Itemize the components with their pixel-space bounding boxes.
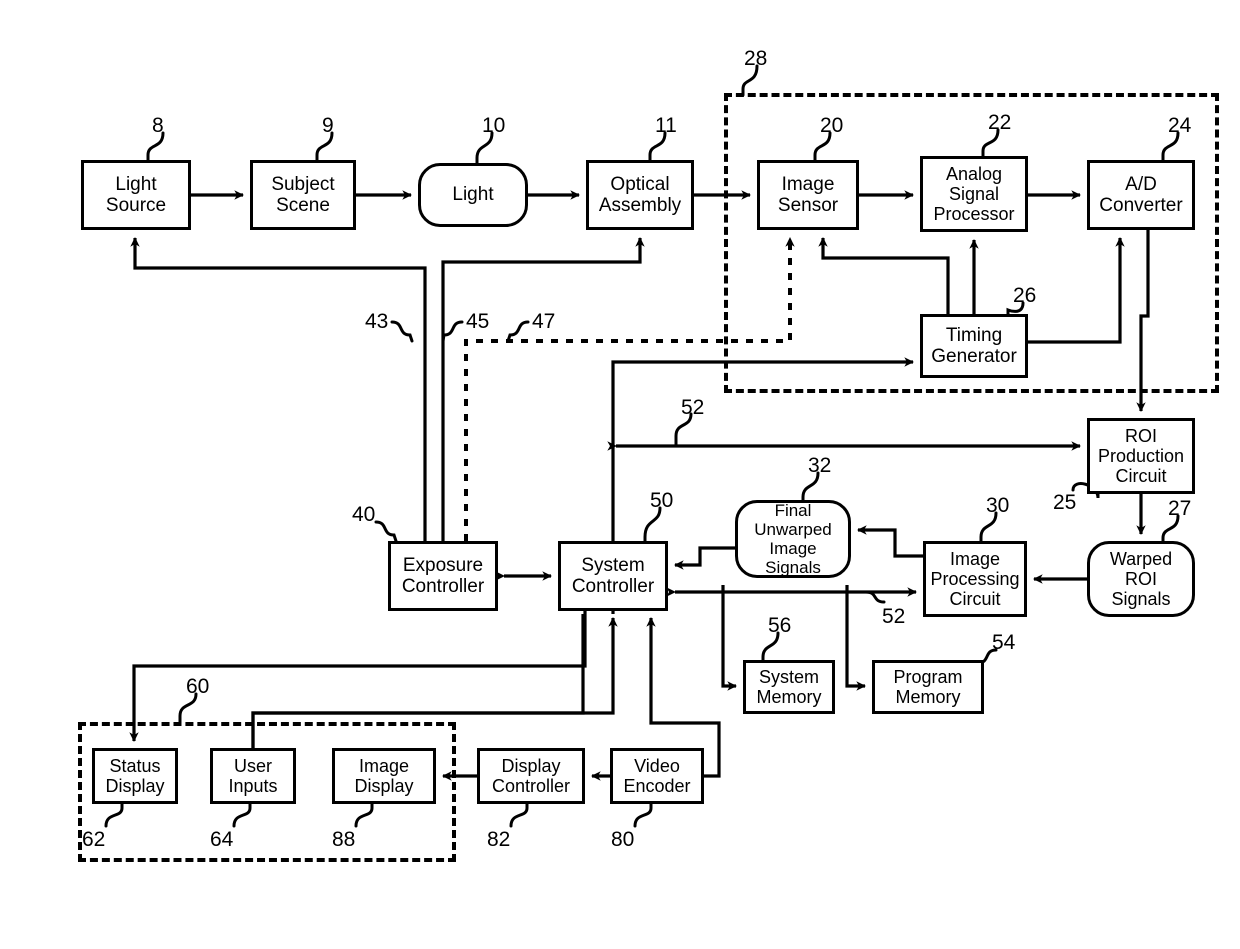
- ref-64: 64: [210, 828, 234, 851]
- ref-30: 30: [986, 494, 1010, 517]
- ref-43: 43: [365, 310, 389, 333]
- block-label-image-sensor: Image Sensor: [777, 173, 839, 216]
- block-label-light-source: Light Source: [105, 173, 167, 216]
- leader-lines-layer: [104, 64, 1180, 828]
- block-optical-assembly[interactable]: Optical Assembly: [586, 160, 694, 230]
- ref-11: 11: [655, 114, 677, 137]
- block-video-encoder[interactable]: Video Encoder: [610, 748, 704, 804]
- block-label-status-display: Status Display: [105, 755, 165, 796]
- patent-block-diagram: Light Source Subject Scene Light Optical As…: [0, 0, 1240, 949]
- block-label-program-memory: Program Memory: [893, 666, 963, 707]
- ref-80: 80: [611, 828, 635, 851]
- block-light[interactable]: Light: [418, 163, 528, 227]
- ref-88: 88: [332, 828, 356, 851]
- ref-27: 27: [1168, 497, 1192, 520]
- block-label-warped-roi-signals: Warped ROI Signals: [1109, 548, 1173, 610]
- block-label-image-processing-circuit: Image Processing Circuit: [930, 548, 1020, 610]
- block-warped-roi-signals[interactable]: Warped ROI Signals: [1087, 541, 1195, 617]
- ref-54: 54: [992, 631, 1016, 654]
- block-label-roi-production-circuit: ROI Production Circuit: [1097, 425, 1185, 487]
- block-subject-scene[interactable]: Subject Scene: [250, 160, 356, 230]
- ref-8: 8: [152, 114, 164, 137]
- ref-56: 56: [768, 614, 792, 637]
- ref-47: 47: [532, 310, 556, 333]
- ref-45: 45: [466, 310, 490, 333]
- block-label-subject-scene: Subject Scene: [271, 173, 335, 216]
- leader-45: [441, 320, 464, 343]
- block-label-ad-converter: A/D Converter: [1099, 173, 1183, 216]
- ref-50: 50: [650, 489, 674, 512]
- block-label-exposure-controller: Exposure Controller: [401, 554, 485, 597]
- block-label-light: Light: [452, 184, 494, 206]
- ref-28: 28: [744, 47, 768, 70]
- ref-26: 26: [1013, 284, 1037, 307]
- ref-25: 25: [1053, 491, 1077, 514]
- ref-52-bottom: 52: [882, 605, 906, 628]
- block-label-analog-signal-processor: Analog Signal Processor: [933, 163, 1015, 225]
- block-program-memory[interactable]: Program Memory: [872, 660, 984, 714]
- block-label-display-controller: Display Controller: [491, 755, 571, 796]
- ref-40: 40: [352, 503, 376, 526]
- block-image-processing-circuit[interactable]: Image Processing Circuit: [923, 541, 1027, 617]
- leader-62: [104, 802, 124, 828]
- ref-52-top: 52: [681, 396, 705, 419]
- leader-47: [506, 320, 530, 343]
- block-label-optical-assembly: Optical Assembly: [598, 173, 682, 216]
- block-label-system-memory: System Memory: [756, 666, 822, 707]
- block-final-unwarped-image-signals[interactable]: Final Unwarped Image Signals: [735, 500, 851, 578]
- leader-40: [374, 520, 398, 543]
- block-timing-generator[interactable]: Timing Generator: [920, 314, 1028, 378]
- leader-43: [390, 320, 414, 343]
- block-system-controller[interactable]: System Controller: [558, 541, 668, 611]
- ref-9: 9: [322, 114, 334, 137]
- block-image-display[interactable]: Image Display: [332, 748, 436, 804]
- block-label-system-controller: System Controller: [571, 554, 655, 597]
- ref-60: 60: [186, 675, 210, 698]
- ref-20: 20: [820, 114, 844, 137]
- ref-10: 10: [482, 114, 506, 137]
- leader-80: [633, 802, 653, 828]
- block-system-memory[interactable]: System Memory: [743, 660, 835, 714]
- block-exposure-controller[interactable]: Exposure Controller: [388, 541, 498, 611]
- ref-82: 82: [487, 828, 511, 851]
- block-light-source[interactable]: Light Source: [81, 160, 191, 230]
- block-ad-converter[interactable]: A/D Converter: [1087, 160, 1195, 230]
- block-display-controller[interactable]: Display Controller: [477, 748, 585, 804]
- ref-32: 32: [808, 454, 832, 477]
- leader-88: [354, 802, 374, 828]
- block-label-timing-generator: Timing Generator: [931, 324, 1017, 367]
- leader-64: [232, 802, 252, 828]
- block-label-final-unwarped-image-signals: Final Unwarped Image Signals: [754, 500, 832, 578]
- ref-62: 62: [82, 828, 106, 851]
- block-user-inputs[interactable]: User Inputs: [210, 748, 296, 804]
- block-roi-production-circuit[interactable]: ROI Production Circuit: [1087, 418, 1195, 494]
- block-image-sensor[interactable]: Image Sensor: [757, 160, 859, 230]
- block-label-video-encoder: Video Encoder: [623, 755, 691, 796]
- block-status-display[interactable]: Status Display: [92, 748, 178, 804]
- ref-22: 22: [988, 111, 1012, 134]
- block-label-image-display: Image Display: [354, 755, 414, 796]
- block-label-user-inputs: User Inputs: [228, 755, 278, 796]
- leader-52-bottom: [862, 590, 886, 604]
- block-analog-signal-processor[interactable]: Analog Signal Processor: [920, 156, 1028, 232]
- ref-24: 24: [1168, 114, 1192, 137]
- leader-82: [509, 802, 529, 828]
